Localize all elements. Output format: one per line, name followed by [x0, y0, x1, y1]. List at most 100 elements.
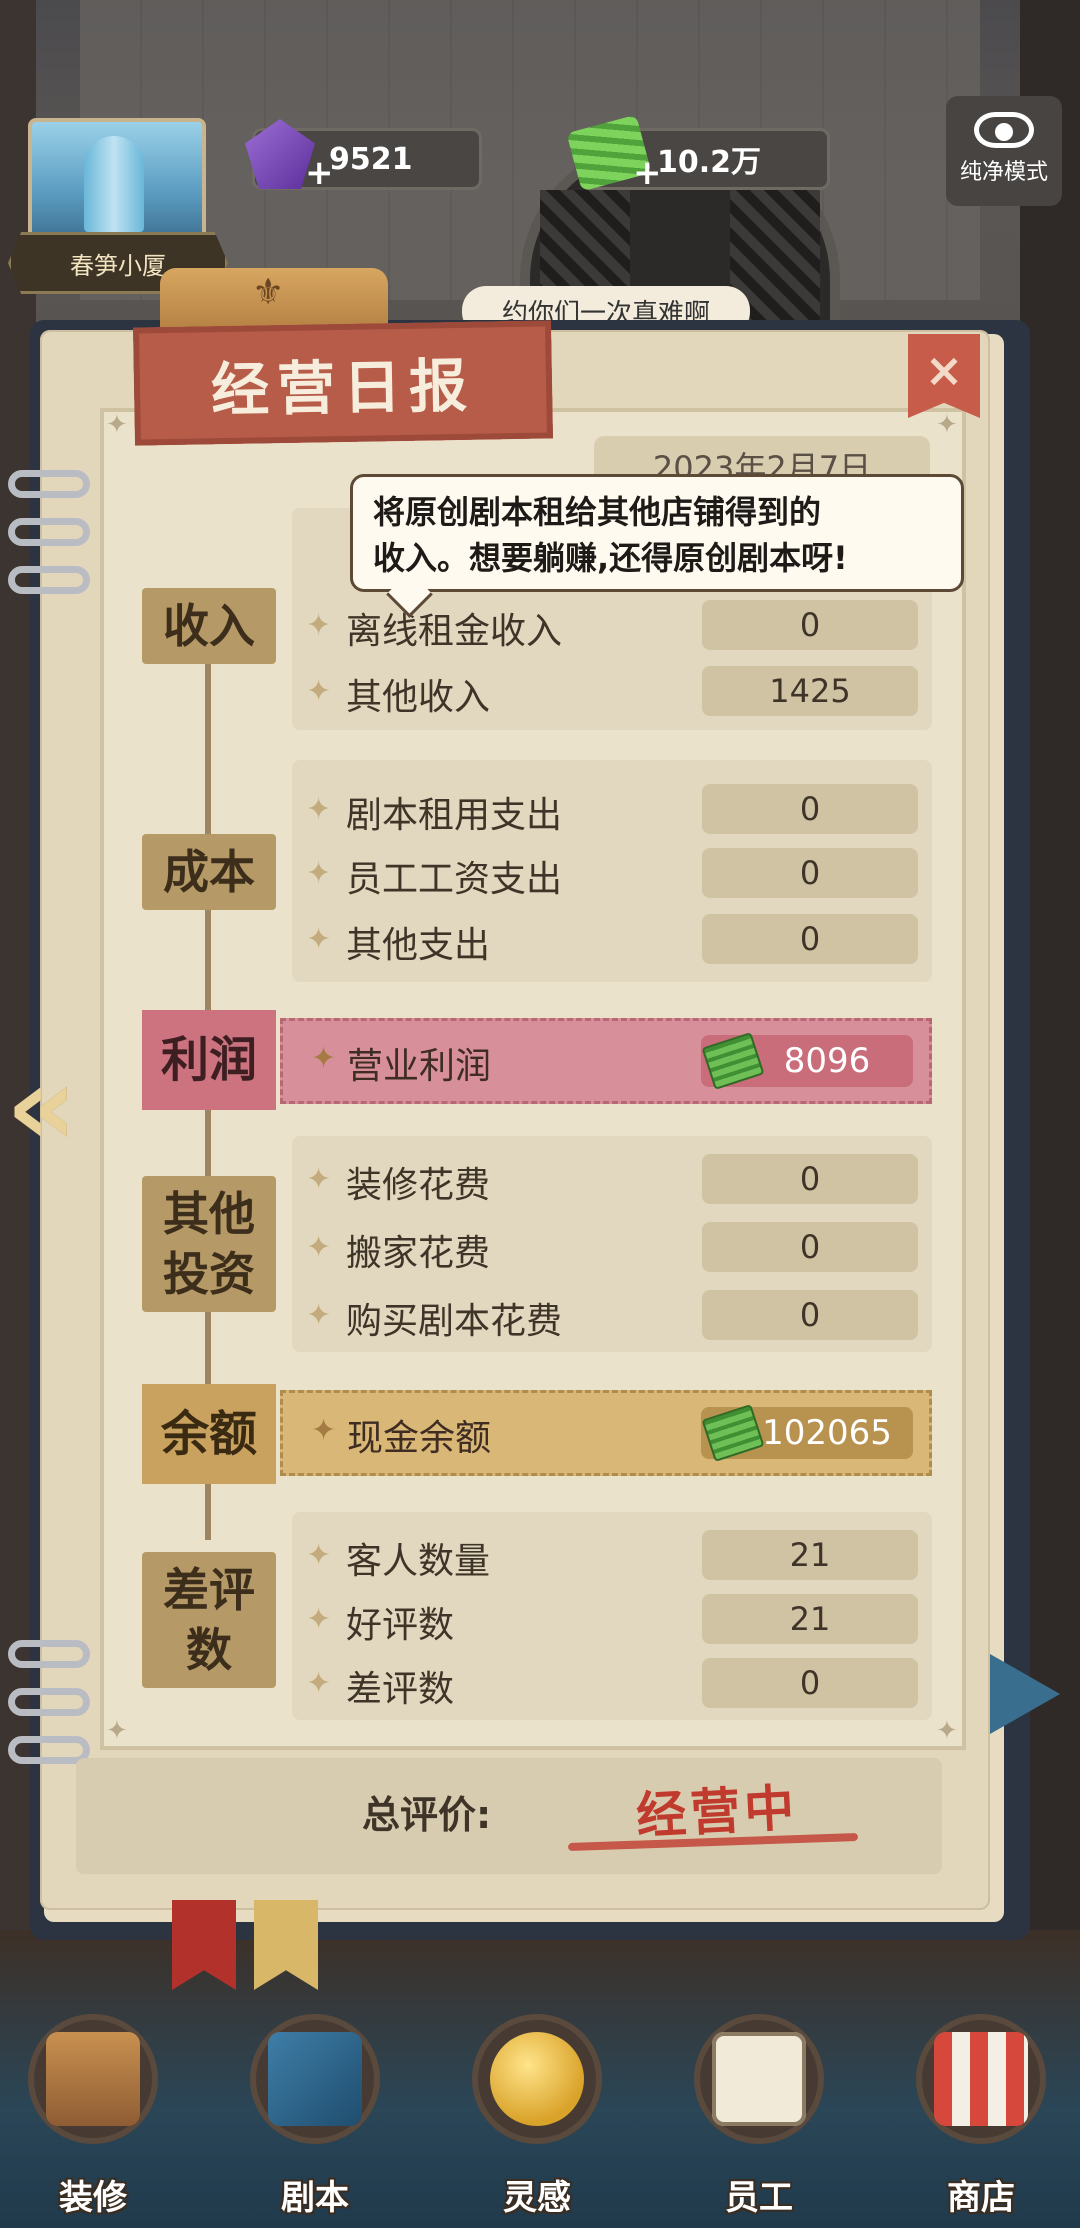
nav-staff[interactable]: 员工	[674, 2010, 844, 2218]
row-label: 剧本租用支出	[346, 795, 563, 836]
row-value: 21	[702, 1530, 918, 1580]
back-arrow-icon[interactable]: «	[6, 1051, 116, 1161]
eye-icon	[974, 112, 1034, 148]
binder-ring	[8, 1640, 90, 1668]
bullet-star-icon: ✦	[306, 1666, 332, 1701]
category-reviews-line1: 差评	[163, 1563, 255, 1617]
list-item[interactable]: ✦ 装修花费 0	[292, 1150, 932, 1206]
pure-mode-label: 纯净模式	[959, 160, 1048, 185]
add-gem-icon[interactable]: +	[305, 153, 334, 193]
row-value: 0	[702, 784, 918, 834]
category-reviews-line2: 数	[186, 1623, 232, 1677]
cash-counter[interactable]: + 10.2万	[566, 114, 830, 193]
bullet-star-icon: ✦	[306, 1538, 332, 1573]
close-icon: ×	[924, 343, 964, 397]
row-label: 购买剧本花费	[346, 1301, 563, 1342]
row-value: 0	[702, 1658, 918, 1708]
row-value: 0	[702, 600, 918, 650]
script-book-icon	[250, 2014, 380, 2144]
bullet-star-icon: ✦	[306, 674, 332, 709]
nav-label: 灵感	[503, 2178, 571, 2218]
row-label: 差评数	[346, 1669, 455, 1710]
bullet-star-icon: ✦	[306, 1230, 332, 1265]
balance-row[interactable]: ✦ 现金余额 102065	[280, 1390, 932, 1476]
list-item[interactable]: ✦ 购买剧本花费 0	[292, 1286, 932, 1342]
nav-shop[interactable]: 商店	[896, 2010, 1066, 2218]
bullet-star-icon: ✦	[306, 922, 332, 957]
list-item[interactable]: ✦ 好评数 21	[292, 1590, 932, 1646]
row-label: 搬家花费	[346, 1233, 491, 1274]
list-item[interactable]: ✦ 剧本租用支出 0	[292, 780, 932, 836]
row-value: 0	[702, 848, 918, 898]
category-profit: 利润	[142, 1010, 276, 1110]
list-item[interactable]: ✦ 差评数 0	[292, 1654, 932, 1710]
gem-amount: 9521	[329, 141, 413, 177]
nav-script[interactable]: 剧本	[230, 2010, 400, 2218]
category-cost: 成本	[142, 834, 276, 910]
row-label: 装修花费	[346, 1165, 491, 1206]
row-value: 0	[702, 1290, 918, 1340]
house-icon	[28, 2014, 158, 2144]
profit-row[interactable]: ✦ 营业利润 8096	[280, 1018, 932, 1104]
list-item[interactable]: ✦ 搬家花费 0	[292, 1218, 932, 1274]
cost-group: ✦ 剧本租用支出 0 ✦ 员工工资支出 0 ✦ 其他支出 0	[292, 760, 932, 982]
row-value: 0	[702, 1222, 918, 1272]
nav-decorate[interactable]: 装修	[8, 2010, 178, 2218]
bullet-star-icon: ✦	[306, 1162, 332, 1197]
row-label: 其他支出	[346, 925, 491, 966]
add-cash-icon[interactable]: +	[633, 153, 662, 193]
overall-rating-label: 总评价:	[362, 1793, 492, 1837]
corner-ornament-icon: ✦	[106, 1716, 128, 1746]
row-label: 其他收入	[346, 677, 491, 718]
pure-mode-button[interactable]: 纯净模式	[946, 96, 1062, 206]
binder-ring	[8, 470, 90, 498]
category-investment: 其他 投资	[142, 1176, 276, 1312]
tooltip-line1: 将原创剧本租给其他店铺得到的	[373, 493, 822, 531]
binder-ring	[8, 518, 90, 546]
category-income: 收入	[142, 588, 276, 664]
row-value: 21	[702, 1594, 918, 1644]
row-label: 好评数	[346, 1605, 455, 1646]
list-item[interactable]: ✦ 客人数量 21	[292, 1526, 932, 1582]
row-value: 0	[702, 1154, 918, 1204]
bottom-nav: 装修 剧本 灵感 员工 商店	[0, 1990, 1080, 2228]
list-item[interactable]: ✦ 其他收入 1425	[292, 662, 932, 718]
overall-rating-strip	[76, 1758, 942, 1874]
row-label: 离线租金收入	[346, 611, 563, 652]
corner-ornament-icon: ✦	[936, 1716, 958, 1746]
bullet-star-icon: ✦	[306, 608, 332, 643]
income-tooltip: 将原创剧本租给其他店铺得到的 收入。想要躺赚,还得原创剧本呀!	[350, 474, 964, 592]
gem-counter[interactable]: + 9521	[245, 119, 482, 193]
overall-status-stamp: 经营中	[634, 1777, 800, 1846]
bullet-star-icon: ✦	[306, 1298, 332, 1333]
binder-ring	[8, 566, 90, 594]
investment-group: ✦ 装修花费 0 ✦ 搬家花费 0 ✦ 购买剧本花费 0	[292, 1136, 932, 1352]
bullet-star-icon: ✦	[306, 856, 332, 891]
profit-row-label: 营业利润	[347, 1046, 492, 1087]
list-item[interactable]: ✦ 员工工资支出 0	[292, 844, 932, 900]
category-investment-line2: 投资	[163, 1247, 255, 1301]
shop-icon	[916, 2014, 1046, 2144]
nav-inspiration[interactable]: 灵感	[452, 2010, 622, 2218]
building-thumbnail[interactable]	[28, 118, 206, 246]
row-label: 客人数量	[346, 1541, 491, 1582]
category-reviews: 差评 数	[142, 1552, 276, 1688]
list-item[interactable]: ✦ 其他支出 0	[292, 910, 932, 966]
bullet-star-icon: ✦	[311, 1041, 337, 1076]
corner-ornament-icon: ✦	[936, 410, 958, 440]
category-balance: 余额	[142, 1384, 276, 1484]
balance-row-label: 现金余额	[347, 1418, 492, 1459]
row-value: 0	[702, 914, 918, 964]
row-value: 1425	[702, 666, 918, 716]
nav-label: 装修	[59, 2178, 127, 2218]
bullet-star-icon: ✦	[306, 1602, 332, 1637]
list-item[interactable]: ✦ 离线租金收入 0	[292, 596, 932, 652]
bullet-star-icon: ✦	[311, 1413, 337, 1448]
tooltip-line2: 收入。想要躺赚,还得原创剧本呀!	[373, 539, 848, 577]
nav-label: 剧本	[281, 2178, 349, 2218]
binder-ring	[8, 1688, 90, 1716]
corner-ornament-icon: ✦	[106, 410, 128, 440]
bullet-star-icon: ✦	[306, 792, 332, 827]
nav-label: 员工	[725, 2178, 793, 2218]
cash-amount: 10.2万	[657, 145, 762, 180]
